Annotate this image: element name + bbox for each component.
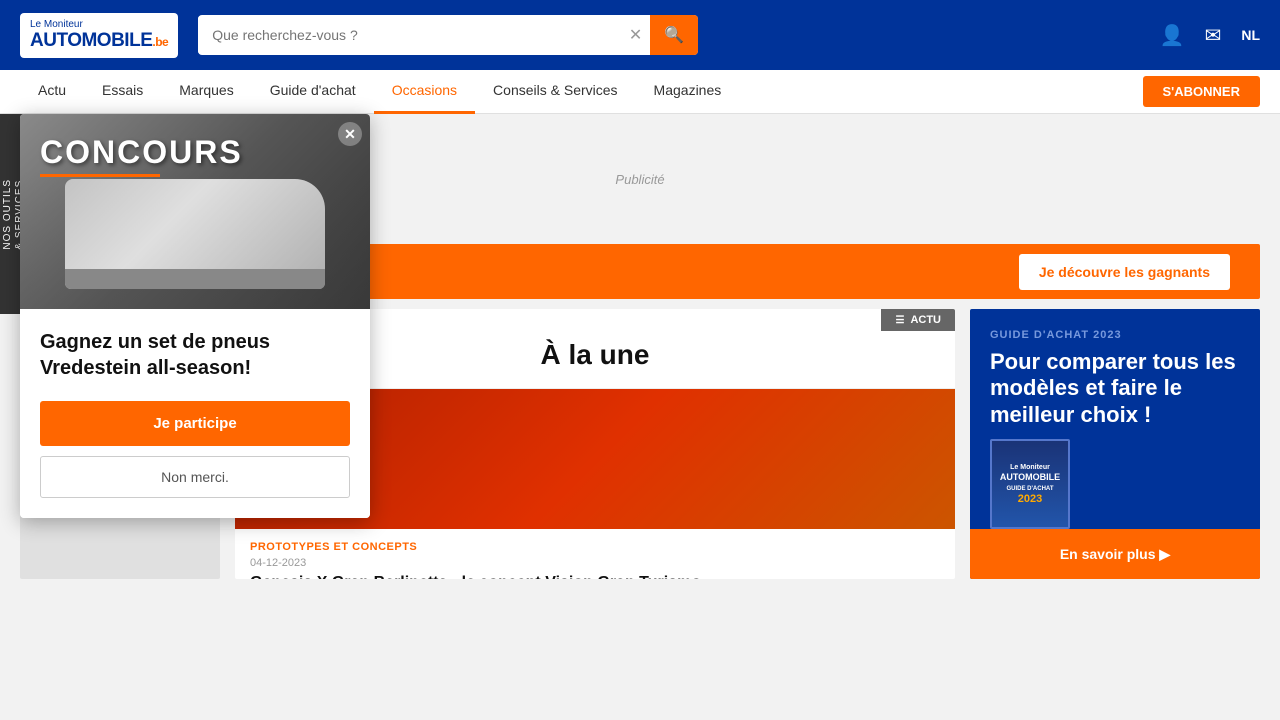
popup-participate-button[interactable]: Je participe <box>40 401 350 446</box>
article-tag-bar: ☰ ACTU <box>881 309 955 331</box>
article-date: 04-12-2023 <box>250 557 940 569</box>
search-input[interactable] <box>198 17 621 53</box>
popup-concours-text: CONCOURS <box>40 134 243 171</box>
popup-no-thanks-button[interactable]: Non merci. <box>40 456 350 498</box>
guide-achat-card: GUIDE D'ACHAT 2023 Pour comparer tous le… <box>970 309 1260 579</box>
guide-cta-button[interactable]: En savoir plus ▶ <box>970 529 1260 579</box>
popup-win-text: Gagnez un set de pneus Vredestein all-se… <box>40 329 350 381</box>
nav-item-essais[interactable]: Essais <box>84 70 161 114</box>
header-icons: 👤 ✉ NL <box>1160 23 1260 48</box>
nav-item-conseils[interactable]: Conseils & Services <box>475 70 636 114</box>
nav-item-guide[interactable]: Guide d'achat <box>252 70 374 114</box>
popup-underline-decoration <box>40 174 160 177</box>
nav-bar: Actu Essais Marques Guide d'achat Occasi… <box>0 70 1280 114</box>
nav-item-magazines[interactable]: Magazines <box>636 70 740 114</box>
guide-label: GUIDE D'ACHAT 2023 <box>990 329 1240 341</box>
popup-body: Gagnez un set de pneus Vredestein all-se… <box>20 309 370 518</box>
guide-title: Pour comparer tous les modèles et faire … <box>990 349 1240 428</box>
article-content: PROTOTYPES ET CONCEPTS 04-12-2023 Genesi… <box>235 529 955 579</box>
article-category: PROTOTYPES ET CONCEPTS <box>250 541 940 553</box>
banner-cta-button[interactable]: Je découvre les gagnants <box>1019 254 1230 290</box>
popup-overlay: CONCOURS ✕ Gagnez un set de pneus Vredes… <box>20 114 370 518</box>
logo-moniteur: Le Moniteur <box>30 19 168 30</box>
language-switcher[interactable]: NL <box>1241 27 1260 43</box>
mail-icon[interactable]: ✉ <box>1205 23 1222 48</box>
guide-cta-text: En savoir plus ▶ <box>1060 546 1170 563</box>
logo-auto: AUTOMOBILE.be <box>30 30 168 52</box>
article-title[interactable]: Genesis X Gran Berlinetta : le concept V… <box>250 573 940 579</box>
logo-be: .be <box>152 35 168 49</box>
guide-mag-text: Le Moniteur AUTOMOBILE GUIDE D'ACHAT 202… <box>1000 462 1060 507</box>
search-bar: ✕ 🔍 <box>198 15 698 55</box>
logo[interactable]: Le Moniteur AUTOMOBILE.be <box>20 13 178 58</box>
header: Le Moniteur AUTOMOBILE.be ✕ 🔍 👤 ✉ NL <box>0 0 1280 70</box>
search-button[interactable]: 🔍 <box>650 15 698 55</box>
subscribe-button[interactable]: S'ABONNER <box>1143 76 1261 107</box>
main-area: NOS OUTILS& SERVICES ❯ Publicité OS: Les… <box>0 114 1280 589</box>
popup-close-button[interactable]: ✕ <box>338 122 362 146</box>
nav-item-actu[interactable]: Actu <box>20 70 84 114</box>
ad-label: Publicité <box>615 172 664 187</box>
guide-image: Le Moniteur AUTOMOBILE GUIDE D'ACHAT 202… <box>990 439 1070 529</box>
user-icon[interactable]: 👤 <box>1160 23 1185 48</box>
popup-image: CONCOURS ✕ <box>20 114 370 309</box>
clear-icon[interactable]: ✕ <box>621 25 650 45</box>
tag-icon: ☰ <box>895 315 904 326</box>
nav-item-occasions[interactable]: Occasions <box>374 70 475 114</box>
nav-item-marques[interactable]: Marques <box>161 70 251 114</box>
article-tag: ACTU <box>910 314 941 326</box>
